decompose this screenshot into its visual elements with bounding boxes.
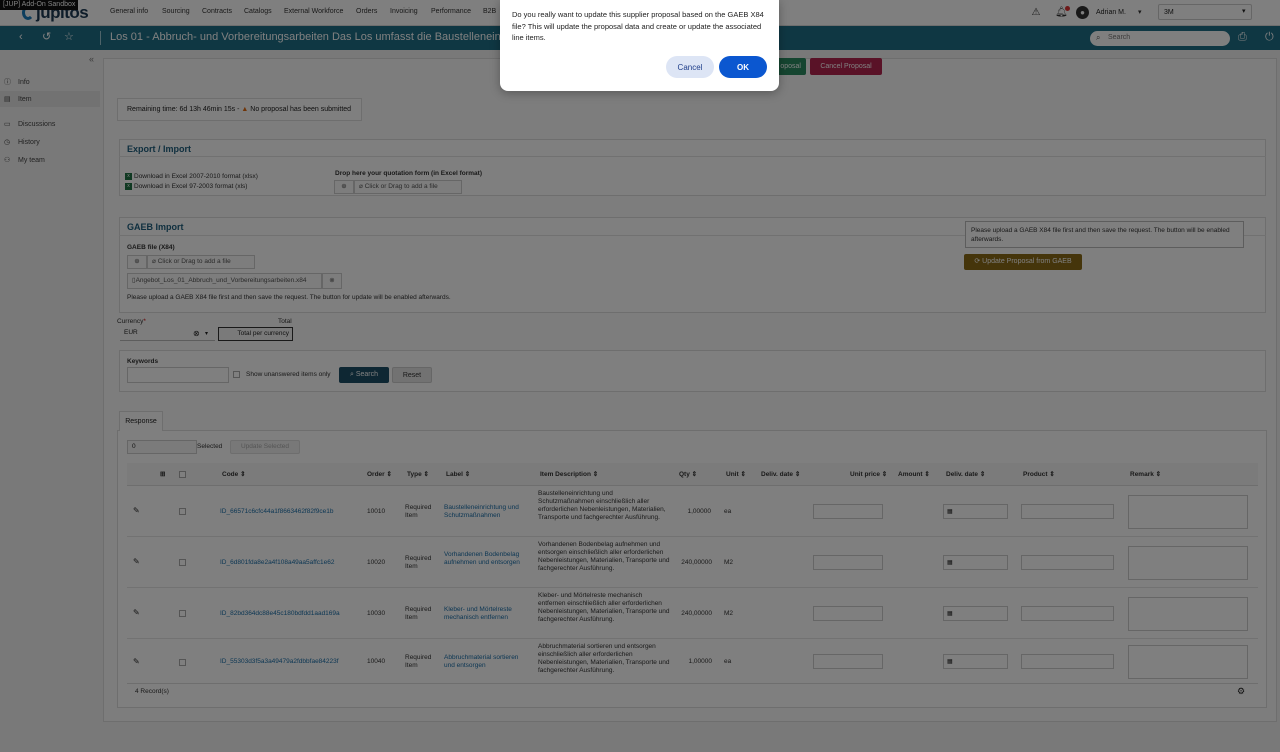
dialog-cancel-button[interactable]: Cancel: [666, 56, 714, 78]
dialog-message: Do you really want to update this suppli…: [512, 10, 764, 42]
confirm-dialog: Do you really want to update this suppli…: [500, 0, 779, 91]
dialog-ok-button[interactable]: OK: [719, 56, 767, 78]
modal-backdrop[interactable]: [0, 0, 1280, 752]
